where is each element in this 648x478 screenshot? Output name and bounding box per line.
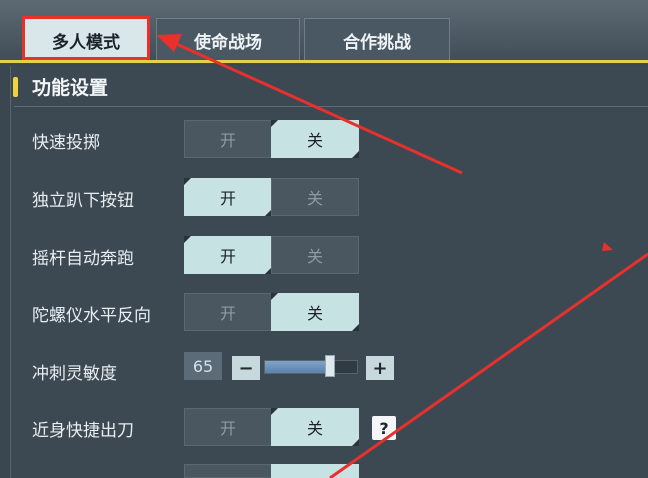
setting-label-sprint-sensitivity: 冲刺灵敏度 xyxy=(32,364,117,384)
sensitivity-decrease-button[interactable]: − xyxy=(232,356,260,380)
prone-button-off-button[interactable]: 关 xyxy=(271,178,359,216)
setting-label-melee-quick: 近身快捷出刀 xyxy=(32,421,134,441)
section-accent-bar xyxy=(13,77,18,97)
prone-button-on-button[interactable]: 开 xyxy=(184,178,272,216)
setting-label-gyro-invert: 陀螺仪水平反向 xyxy=(32,306,151,326)
tab-underline xyxy=(0,60,648,63)
tab-mission-battlefield[interactable]: 使命战场 xyxy=(156,18,300,62)
sprint-sensitivity-value: 65 xyxy=(184,352,222,380)
sensitivity-slider-fill xyxy=(265,361,332,373)
gyro-invert-on-button[interactable]: 开 xyxy=(184,293,272,331)
tab-highlight-box xyxy=(22,16,150,60)
gyro-invert-off-button[interactable]: 关 xyxy=(271,293,359,331)
sensitivity-slider-handle[interactable] xyxy=(325,355,336,377)
sensitivity-slider-track[interactable] xyxy=(264,360,358,374)
auto-run-on-button[interactable]: 开 xyxy=(184,236,272,274)
auto-run-off-button[interactable]: 关 xyxy=(271,236,359,274)
setting-label-auto-run: 摇杆自动奔跑 xyxy=(32,249,134,269)
melee-quick-off-button[interactable]: 关 xyxy=(271,408,359,446)
row7-on-button-partial[interactable] xyxy=(184,464,272,478)
setting-label-quick-throw: 快速投掷 xyxy=(32,133,100,153)
section-title: 功能设置 xyxy=(32,77,109,99)
row7-off-button-partial[interactable] xyxy=(271,464,359,478)
sensitivity-increase-button[interactable]: + xyxy=(366,356,394,380)
quick-throw-on-button[interactable]: 开 xyxy=(184,120,272,158)
melee-quick-on-button[interactable]: 开 xyxy=(184,408,272,446)
quick-throw-off-button[interactable]: 关 xyxy=(271,120,359,158)
section-divider xyxy=(14,106,648,107)
help-icon[interactable]: ? xyxy=(372,416,396,440)
setting-label-prone-button: 独立趴下按钮 xyxy=(32,191,134,211)
tab-coop-challenge[interactable]: 合作挑战 xyxy=(304,18,450,62)
